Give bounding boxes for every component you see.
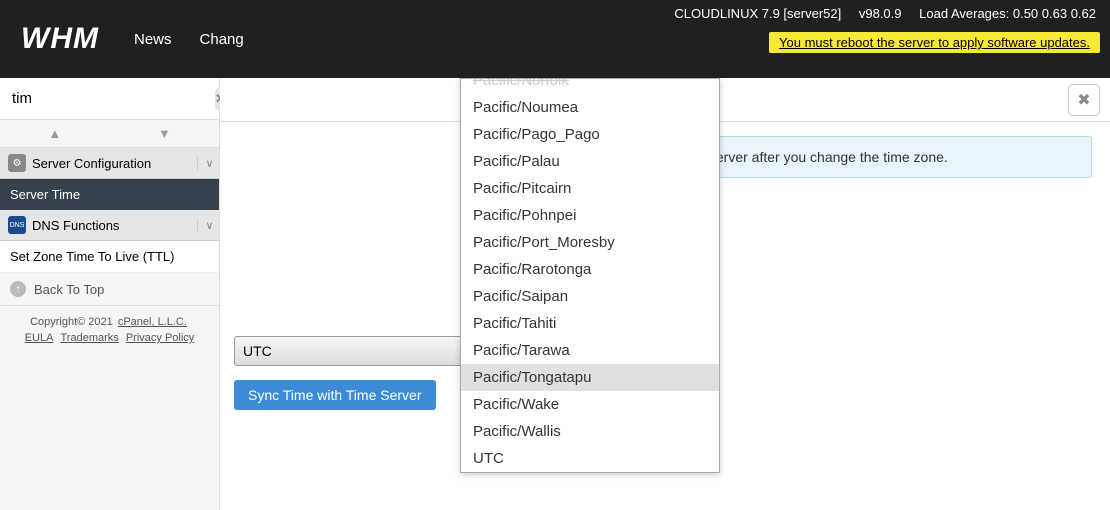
timezone-option[interactable]: Pacific/Palau [461,148,719,175]
timezone-option[interactable]: Pacific/Rarotonga [461,256,719,283]
sidebar-footer: Copyright© 2021 cPanel, L.L.C. EULA Trad… [0,306,219,354]
trademarks-link[interactable]: Trademarks [61,332,119,344]
chevron-down-icon: ∨ [197,157,215,170]
server-info: CLOUDLINUX 7.9 [server52] v98.0.9 Load A… [660,6,1096,21]
timezone-option[interactable]: Pacific/Saipan [461,283,719,310]
copyright: Copyright© 2021 [30,316,116,328]
chevron-down-icon: ∨ [197,219,215,232]
main-content: r Time ? ✖ recommend that you reboot the… [220,78,1110,510]
timezone-option-highlighted[interactable]: Pacific/Tongatapu [461,364,719,391]
back-to-top[interactable]: ↑ Back To Top [0,273,219,306]
version-label: v98.0.9 [859,6,902,21]
arrow-up-icon: ↑ [10,281,26,297]
timezone-option[interactable]: UTC [461,445,719,472]
timezone-option[interactable]: Pacific/Wallis [461,418,719,445]
whm-logo[interactable]: WHM [0,0,120,78]
top-nav: News Chang [120,0,258,78]
collapse-controls: ▲ ▼ [0,120,219,148]
back-to-top-label: Back To Top [34,282,104,297]
timezone-option[interactable]: Pacific/Noumea [461,94,719,121]
group-dns-functions[interactable]: DNS DNS Functions ∨ [0,210,219,241]
timezone-option[interactable]: Pacific/Tarawa [461,337,719,364]
search-row: ✕ ⇤ [0,78,219,120]
close-button[interactable]: ✖ [1068,84,1100,116]
eula-link[interactable]: EULA [25,332,54,344]
group-label: DNS Functions [32,218,119,233]
group-label: Server Configuration [32,156,151,171]
privacy-link[interactable]: Privacy Policy [126,332,194,344]
timezone-option[interactable]: Pacific/Tahiti [461,310,719,337]
nav-news[interactable]: News [120,31,186,48]
top-bar: WHM News Chang CLOUDLINUX 7.9 [server52]… [0,0,1110,78]
timezone-option[interactable]: Pacific/Wake [461,391,719,418]
timezone-dropdown[interactable]: Pacific/Norfolk Pacific/Noumea Pacific/P… [460,78,720,473]
load-avg-label: Load Averages: 0.50 0.63 0.62 [919,6,1096,21]
timezone-option[interactable]: Pacific/Pohnpei [461,202,719,229]
os-label: CLOUDLINUX 7.9 [server52] [674,6,841,21]
dns-icon: DNS [8,216,26,234]
timezone-option[interactable]: Pacific/Pitcairn [461,175,719,202]
sidebar-item-set-zone-ttl[interactable]: Set Zone Time To Live (TTL) [0,241,219,273]
cpanel-link[interactable]: cPanel, L.L.C. [118,316,187,328]
group-server-configuration[interactable]: ⚙ Server Configuration ∨ [0,148,219,179]
sidebar-item-server-time[interactable]: Server Time [0,179,219,210]
sidebar: ✕ ⇤ ▲ ▼ ⚙ Server Configuration ∨ Server … [0,78,220,510]
timezone-option[interactable]: Pacific/Pago_Pago [461,121,719,148]
wrench-icon: ⚙ [8,154,26,172]
reboot-warning[interactable]: You must reboot the server to apply soft… [769,32,1100,53]
sync-time-button[interactable]: Sync Time with Time Server [234,380,436,410]
timezone-select[interactable]: UTC [234,336,494,366]
nav-changelog[interactable]: Chang [186,31,258,48]
expand-all-icon[interactable]: ▼ [110,120,220,147]
timezone-selected-value: UTC [243,343,272,359]
timezone-option[interactable]: Pacific/Port_Moresby [461,229,719,256]
timezone-option[interactable]: Pacific/Norfolk [461,78,719,94]
collapse-all-icon[interactable]: ▲ [0,120,110,147]
search-input[interactable] [8,86,215,111]
